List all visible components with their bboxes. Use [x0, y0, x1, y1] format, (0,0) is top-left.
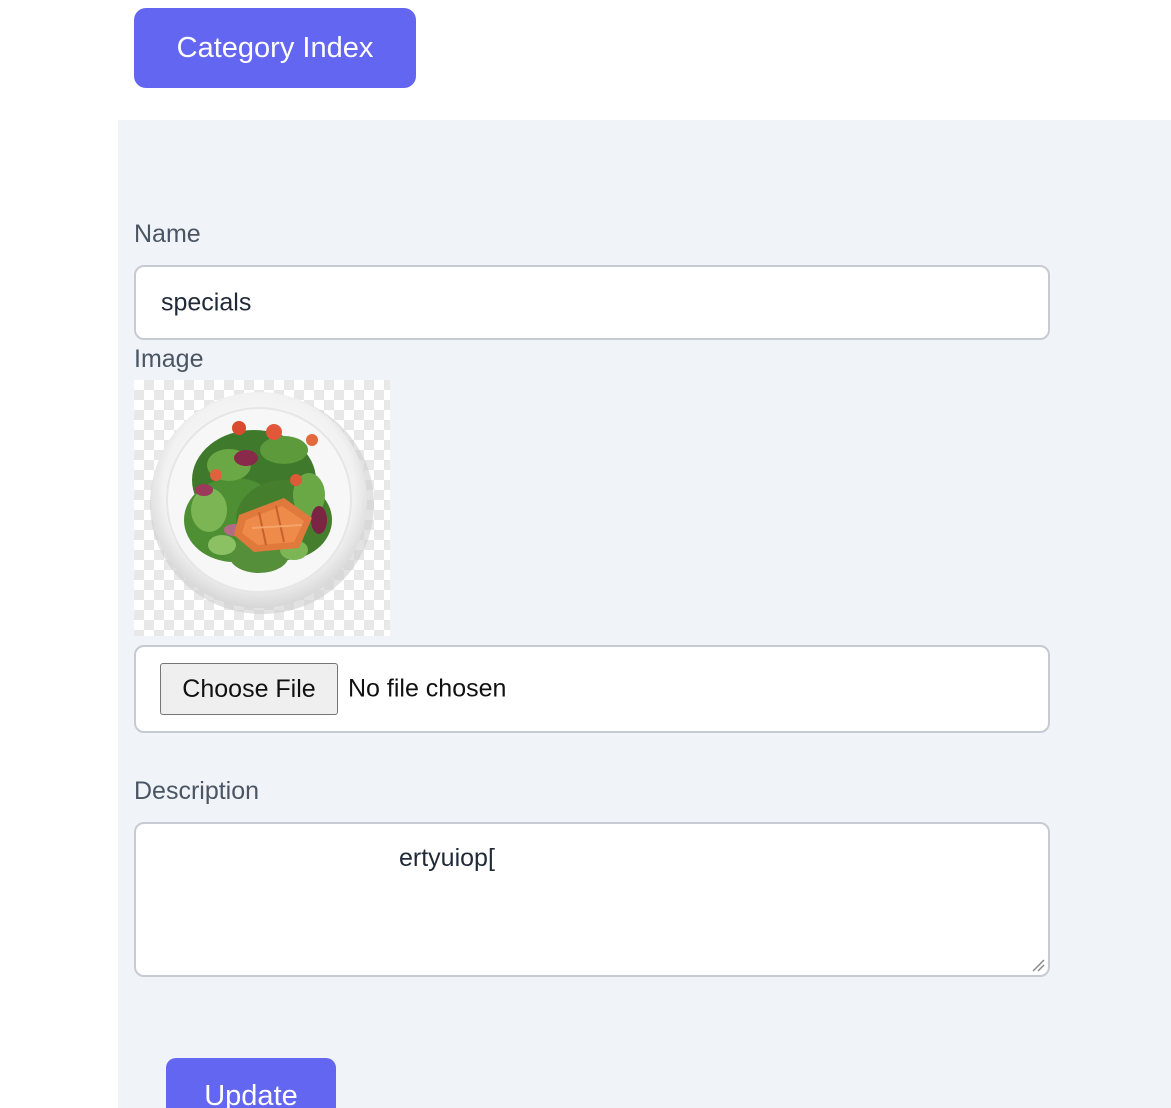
choose-file-button[interactable]: Choose File: [160, 663, 338, 715]
category-image-preview: [134, 380, 390, 636]
name-input[interactable]: specials: [134, 265, 1050, 340]
name-label: Name: [134, 220, 201, 248]
page: Category Index Name specials Image Choos…: [0, 0, 1171, 1108]
category-index-button[interactable]: Category Index: [134, 8, 416, 88]
file-status-text: No file chosen: [348, 674, 507, 703]
description-label: Description: [134, 777, 260, 805]
description-textarea[interactable]: ertyuiop[: [134, 822, 1050, 977]
image-label: Image: [134, 345, 204, 373]
description-value: ertyuiop[: [399, 844, 495, 872]
file-input[interactable]: Choose File No file chosen: [134, 645, 1050, 733]
salad-plate-image: [150, 392, 374, 614]
resize-grip-icon[interactable]: [1029, 956, 1045, 972]
update-button[interactable]: Update: [166, 1058, 336, 1108]
name-input-value: specials: [161, 288, 252, 316]
